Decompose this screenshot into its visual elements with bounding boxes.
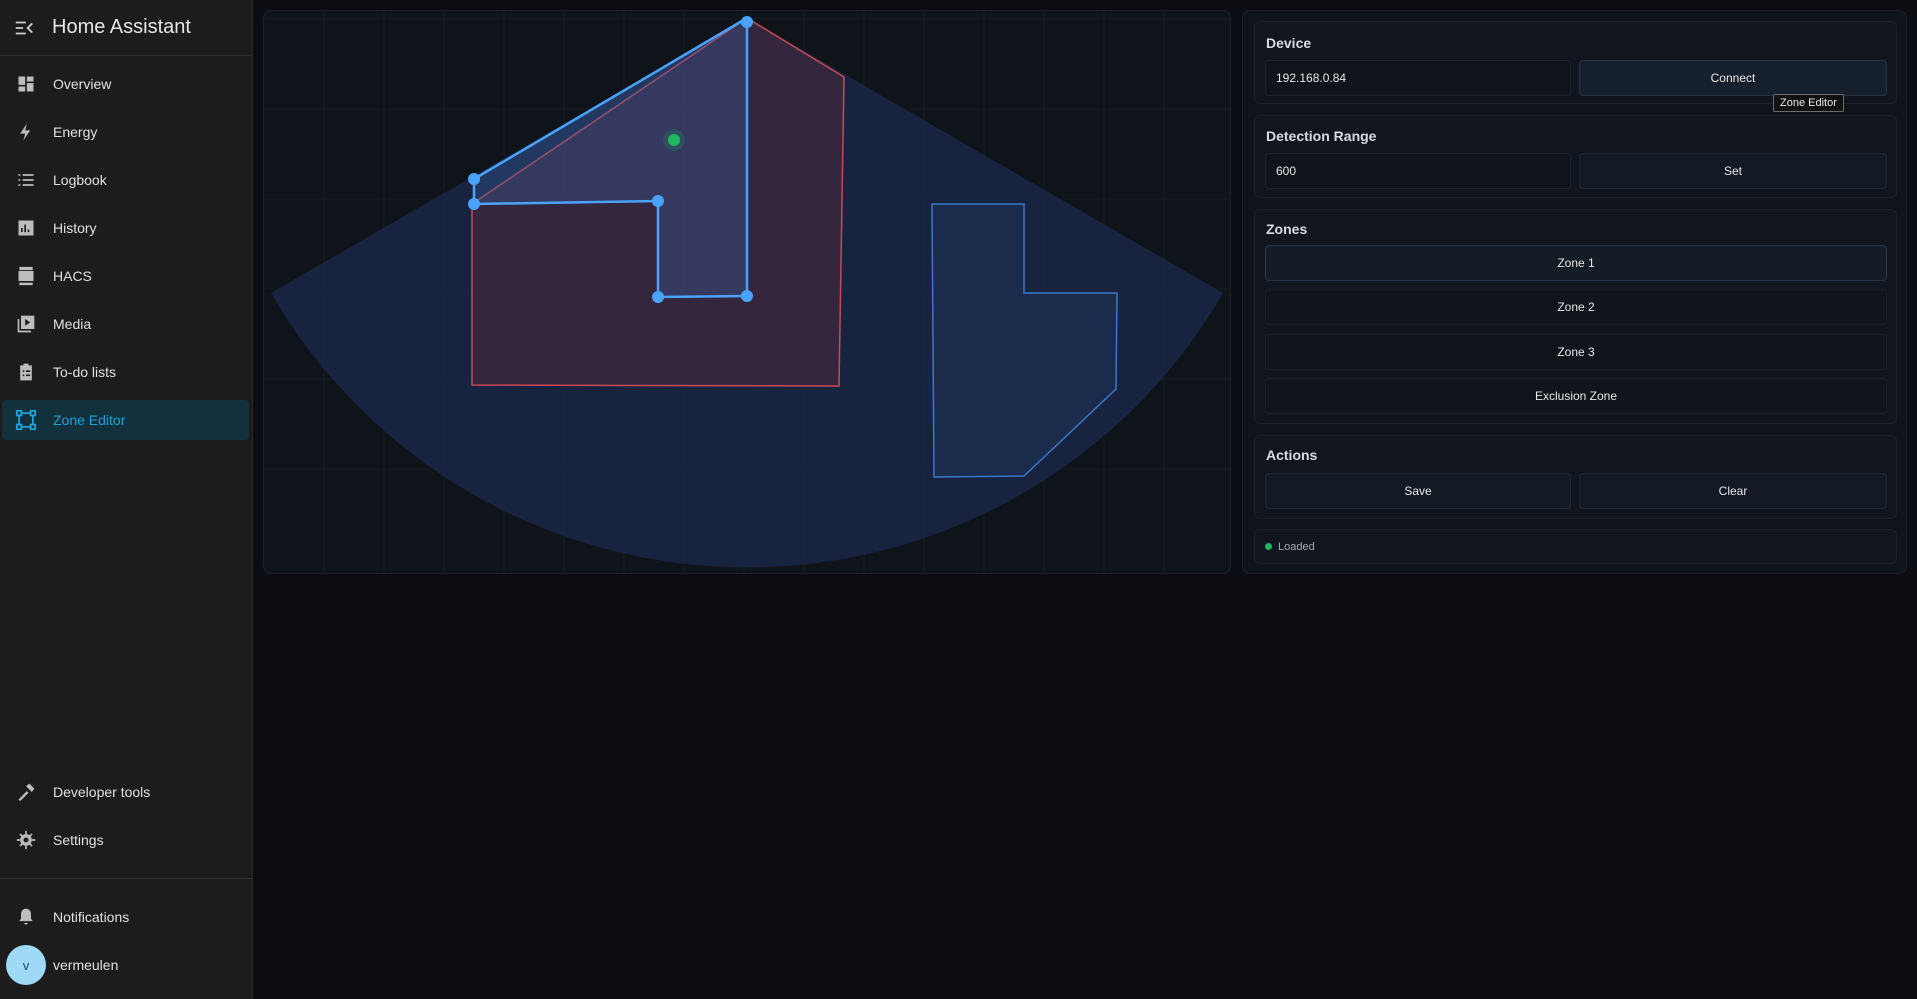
- sidebar-divider: [0, 878, 253, 879]
- sidebar-item-label: Zone Editor: [53, 412, 126, 428]
- target-dot: [668, 134, 680, 146]
- zone-2-button[interactable]: Zone 2: [1265, 289, 1887, 325]
- dashboard-icon: [2, 64, 50, 104]
- sidebar-item-label: Energy: [53, 124, 98, 140]
- device-address-field[interactable]: 192.168.0.84: [1265, 60, 1571, 96]
- sidebar-item-history[interactable]: History: [2, 208, 249, 248]
- connect-button[interactable]: Connect: [1579, 60, 1887, 96]
- clear-button[interactable]: Clear: [1579, 473, 1887, 509]
- sidebar-item-developer-tools[interactable]: Developer tools: [2, 772, 249, 812]
- sidebar-item-logbook[interactable]: Logbook: [2, 160, 249, 200]
- sidebar-item-media[interactable]: Media: [2, 304, 249, 344]
- detection-range-input[interactable]: 600: [1265, 153, 1571, 189]
- device-section: Device 192.168.0.84 Connect: [1254, 21, 1897, 104]
- actions-section: Actions Save Clear: [1254, 435, 1897, 519]
- sidebar-item-label: Notifications: [53, 909, 130, 925]
- status-dot: [1265, 543, 1272, 550]
- chart-icon: [2, 208, 50, 248]
- detection-range-section: Detection Range 600 Set: [1254, 115, 1897, 198]
- detection-range-title: Detection Range: [1266, 128, 1377, 144]
- zone-1-button[interactable]: Zone 1: [1265, 245, 1887, 281]
- gear-icon: [2, 820, 50, 860]
- lightning-icon: [2, 112, 50, 152]
- app-title: Home Assistant: [52, 16, 191, 38]
- user-name: vermeulen: [53, 957, 119, 973]
- sidebar-item-label: Settings: [53, 832, 104, 848]
- zone-3-button[interactable]: Zone 3: [1265, 334, 1887, 370]
- exclusion-zone-button[interactable]: Exclusion Zone: [1265, 378, 1887, 414]
- avatar: v: [6, 945, 46, 985]
- sidebar-item-energy[interactable]: Energy: [2, 112, 249, 152]
- sidebar-item-notifications[interactable]: Notifications: [2, 897, 249, 937]
- sidebar-item-user[interactable]: v vermeulen: [2, 945, 249, 985]
- zones-title: Zones: [1266, 221, 1308, 237]
- sidebar-item-settings[interactable]: Settings: [2, 820, 249, 860]
- set-range-button[interactable]: Set: [1579, 153, 1887, 189]
- zone-canvas[interactable]: [264, 11, 1231, 574]
- actions-title: Actions: [1266, 447, 1318, 463]
- zone-handle[interactable]: [741, 290, 753, 302]
- sidebar-item-label: HACS: [53, 268, 92, 284]
- sidebar-item-label: History: [53, 220, 97, 236]
- zone-handle[interactable]: [741, 16, 753, 28]
- hammer-icon: [2, 772, 50, 812]
- sidebar-item-overview[interactable]: Overview: [2, 64, 249, 104]
- sidebar-item-label: Overview: [53, 76, 112, 92]
- zone-canvas-panel: [263, 10, 1231, 574]
- sidebar-item-todo[interactable]: To-do lists: [2, 352, 249, 392]
- zone-handle[interactable]: [652, 195, 664, 207]
- clipboard-icon: [2, 352, 50, 392]
- tooltip: Zone Editor: [1773, 94, 1844, 112]
- zone-handle[interactable]: [468, 173, 480, 185]
- bell-icon: [2, 897, 50, 937]
- sidebar-item-label: Media: [53, 316, 92, 332]
- device-title: Device: [1266, 35, 1312, 51]
- hacs-icon: [2, 256, 50, 296]
- sidebar-item-zone-editor[interactable]: Zone Editor: [2, 400, 249, 440]
- avatar-wrap: v: [2, 945, 50, 985]
- list-icon: [2, 160, 50, 200]
- menu-collapse-icon[interactable]: [0, 0, 48, 56]
- zones-section: Zones Zone 1 Zone 2 Zone 3 Exclusion Zon…: [1254, 209, 1897, 424]
- zone-handle[interactable]: [652, 291, 664, 303]
- sidebar-header: Home Assistant: [0, 0, 252, 56]
- sidebar-item-hacs[interactable]: HACS: [2, 256, 249, 296]
- sidebar: Home Assistant Overview Energy Logbook H…: [0, 0, 253, 999]
- save-button[interactable]: Save: [1265, 473, 1571, 509]
- sidebar-item-label: To-do lists: [53, 364, 117, 380]
- zone-editor-icon: [2, 400, 50, 440]
- sidebar-item-label: Logbook: [53, 172, 107, 188]
- status-text: Loaded: [1278, 540, 1315, 553]
- zone-handle[interactable]: [468, 198, 480, 210]
- sidebar-item-label: Developer tools: [53, 784, 151, 800]
- status-bar: Loaded: [1254, 529, 1897, 564]
- media-icon: [2, 304, 50, 344]
